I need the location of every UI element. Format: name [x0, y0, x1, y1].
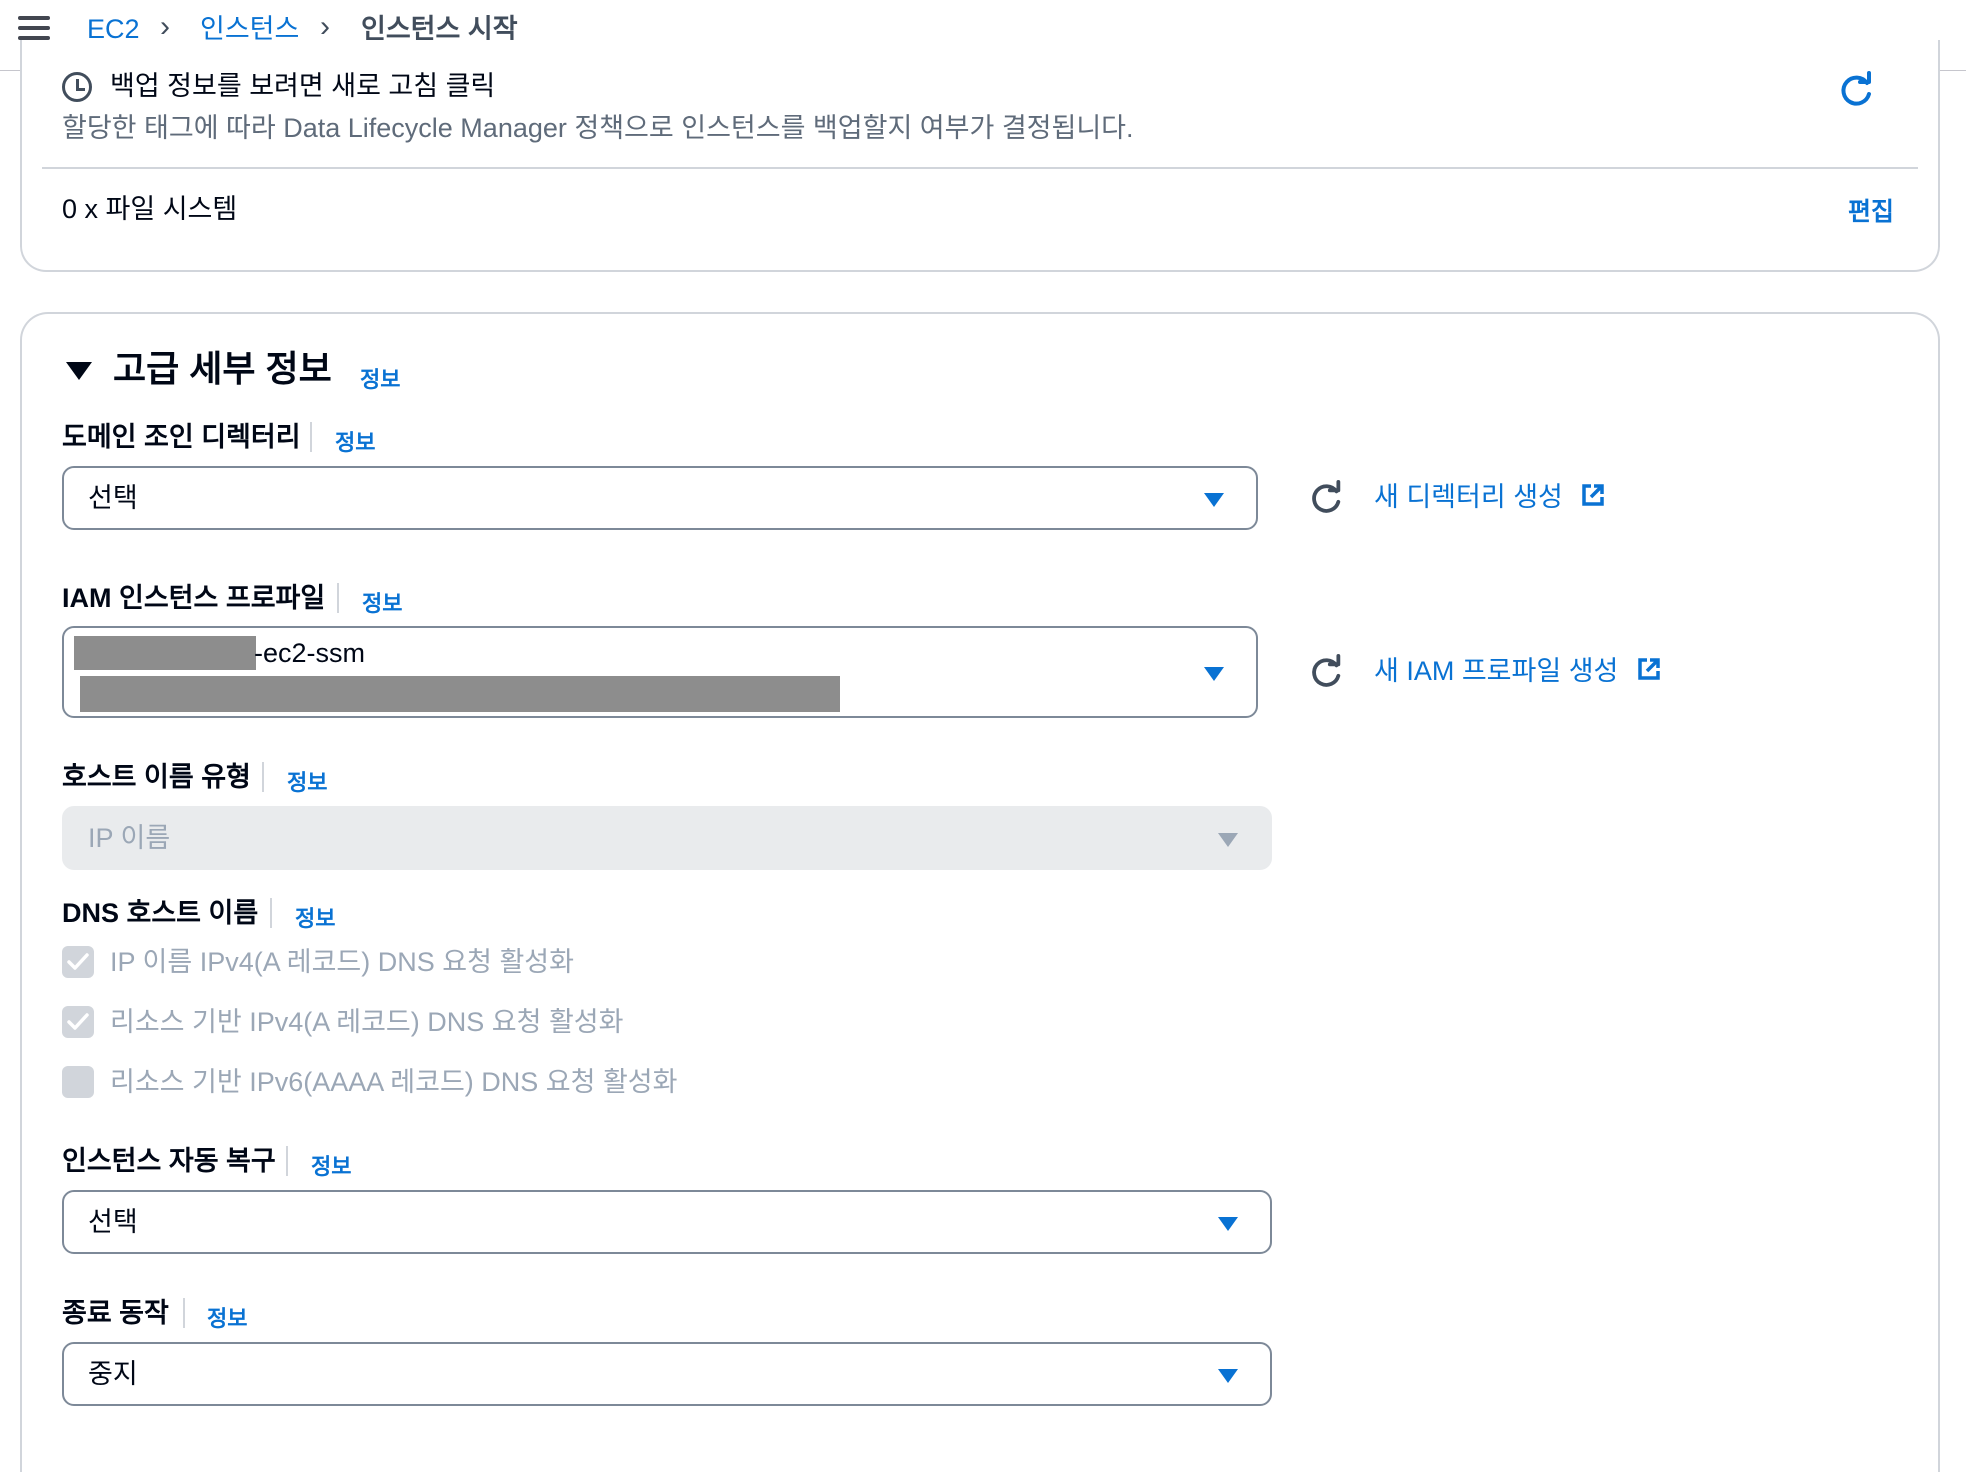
dns-ipv4-resource-checkbox	[62, 1006, 94, 1038]
domain-join-select[interactable]: 선택	[62, 466, 1258, 530]
refresh-icon[interactable]	[1836, 70, 1876, 110]
dns-hostname-label: DNS 호스트 이름	[62, 898, 259, 928]
redacted-block	[80, 676, 840, 712]
iam-profile-label: IAM 인스턴스 프로파일	[62, 583, 326, 613]
dns-ipv6-resource-label: 리소스 기반 IPv6(AAAA 레코드) DNS 요청 활성화	[110, 1067, 678, 1097]
label-separator	[270, 898, 272, 928]
edit-filesystems-link[interactable]: 편집	[1848, 192, 1894, 228]
label-separator	[337, 583, 339, 613]
label-separator	[262, 762, 264, 792]
domain-join-label: 도메인 조인 디렉터리	[62, 422, 301, 452]
menu-icon[interactable]	[18, 16, 50, 42]
redacted-block	[74, 636, 256, 670]
caret-down-icon	[1218, 1217, 1238, 1231]
divider	[42, 167, 1918, 169]
caret-down-icon	[1218, 1369, 1238, 1383]
create-iam-profile-link[interactable]: 새 IAM 프로파일 생성	[1374, 654, 1662, 688]
dns-ipv4-ip-name-label: IP 이름 IPv4(A 레코드) DNS 요청 활성화	[110, 947, 574, 977]
domain-join-info-link[interactable]: 정보	[335, 425, 375, 457]
domain-join-value: 선택	[88, 483, 138, 513]
auto-recovery-info-link[interactable]: 정보	[311, 1149, 351, 1181]
caret-down-icon	[1204, 667, 1224, 681]
clock-icon	[62, 72, 92, 102]
label-separator	[310, 422, 312, 452]
check-icon	[67, 1013, 89, 1030]
shutdown-behavior-label: 종료 동작	[62, 1298, 169, 1328]
shutdown-behavior-select[interactable]: 중지	[62, 1342, 1272, 1406]
auto-recovery-value: 선택	[88, 1207, 138, 1237]
iam-profile-info-link[interactable]: 정보	[362, 586, 402, 618]
shutdown-behavior-value: 중지	[88, 1359, 138, 1389]
create-directory-label: 새 디렉터리 생성	[1374, 482, 1563, 512]
hostname-type-info-link[interactable]: 정보	[287, 765, 327, 797]
iam-profile-value: -ec2-ssm	[254, 638, 366, 668]
backup-description: 할당한 태그에 따라 Data Lifecycle Manager 정책으로 인…	[62, 113, 1134, 143]
check-icon	[67, 953, 89, 970]
auto-recovery-select[interactable]: 선택	[62, 1190, 1272, 1254]
advanced-info-link[interactable]: 정보	[360, 362, 400, 394]
dns-ipv6-resource-checkbox	[62, 1066, 94, 1098]
hostname-type-label: 호스트 이름 유형	[62, 762, 251, 792]
chevron-right-icon: ›	[160, 10, 170, 43]
hostname-type-select: IP 이름	[62, 806, 1272, 870]
auto-recovery-label: 인스턴스 자동 복구	[62, 1146, 276, 1176]
external-link-icon	[1582, 484, 1605, 506]
refresh-icon[interactable]	[1307, 479, 1345, 517]
advanced-details-title[interactable]: 고급 세부 정보	[113, 347, 332, 391]
iam-profile-select[interactable]: -ec2-ssm	[62, 626, 1258, 718]
external-link-icon	[1638, 658, 1660, 680]
filesystem-count: 0 x 파일 시스템	[62, 194, 238, 224]
hostname-type-value: IP 이름	[88, 823, 171, 853]
create-iam-profile-label: 새 IAM 프로파일 생성	[1374, 656, 1619, 686]
dns-ipv4-resource-label: 리소스 기반 IPv4(A 레코드) DNS 요청 활성화	[110, 1007, 624, 1037]
dns-ipv4-ip-name-checkbox	[62, 946, 94, 978]
label-separator	[183, 1298, 185, 1328]
chevron-right-icon: ›	[320, 10, 330, 43]
caret-down-icon	[1204, 493, 1224, 507]
shutdown-behavior-info-link[interactable]: 정보	[207, 1301, 247, 1333]
refresh-icon[interactable]	[1307, 653, 1345, 691]
dns-hostname-info-link[interactable]: 정보	[295, 901, 335, 933]
label-separator	[286, 1146, 288, 1176]
backup-title: 백업 정보를 보려면 새로 고침 클릭	[110, 71, 496, 101]
create-directory-link[interactable]: 새 디렉터리 생성	[1374, 480, 1606, 514]
caret-down-icon[interactable]	[66, 362, 92, 380]
caret-down-icon	[1218, 833, 1238, 847]
